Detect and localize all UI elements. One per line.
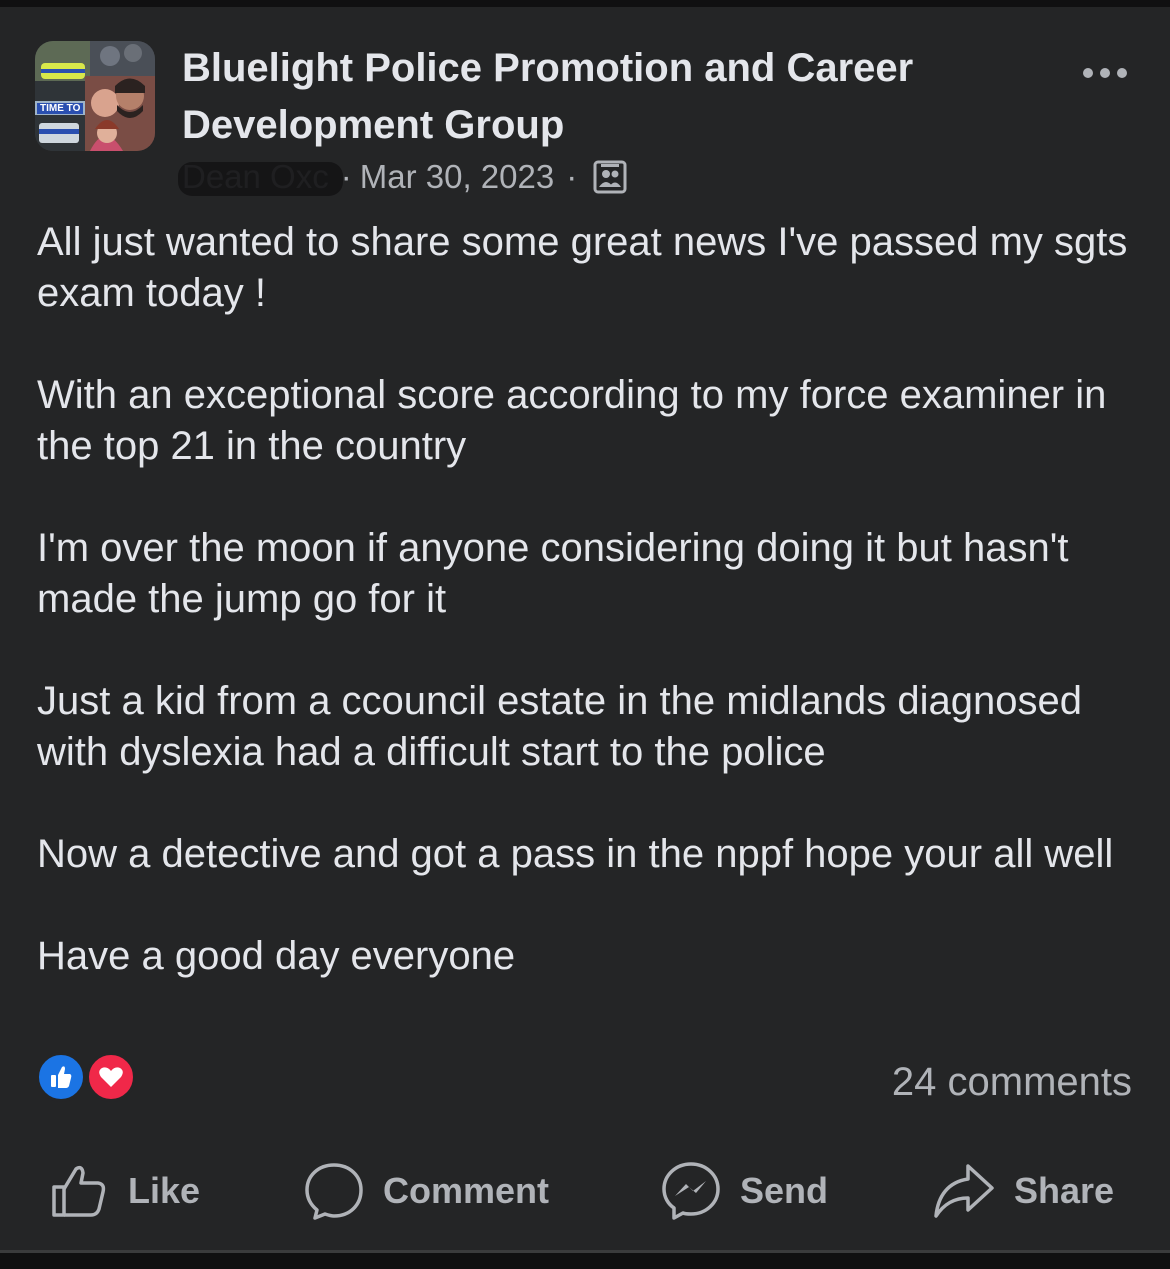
- avatar-collage: [35, 41, 155, 151]
- like-label: Like: [128, 1170, 201, 1211]
- comment-label: Comment: [383, 1170, 550, 1211]
- send-button[interactable]: Send: [660, 1155, 828, 1227]
- share-arrow-icon: [934, 1164, 994, 1218]
- post-date[interactable]: Mar 30, 2023: [360, 158, 554, 196]
- group-privacy-icon: [593, 160, 627, 194]
- reactions-summary[interactable]: [36, 1052, 136, 1102]
- thumbs-up-icon: [52, 1165, 106, 1217]
- comment-button[interactable]: Comment: [303, 1155, 549, 1227]
- avatar-overlay-text: TIME TO: [37, 103, 84, 114]
- like-reaction-icon: [36, 1052, 86, 1102]
- post-body: All just wanted to share some great news…: [37, 217, 1137, 1033]
- messenger-icon: [662, 1162, 720, 1220]
- bottom-divider-line: [0, 1250, 1170, 1253]
- post-meta: Dean Oxc · Mar 30, 2023 ·: [178, 155, 627, 199]
- send-label: Send: [740, 1170, 829, 1211]
- comments-count[interactable]: 24 comments: [892, 1060, 1132, 1105]
- more-options-icon[interactable]: [1078, 62, 1132, 84]
- top-divider: [0, 0, 1170, 7]
- group-name[interactable]: Bluelight Police Promotion and Career De…: [182, 40, 1002, 154]
- post-paragraph: Now a detective and got a pass in the np…: [37, 832, 1114, 876]
- post-paragraph: Have a good day everyone: [37, 934, 516, 978]
- meta-separator-2: ·: [566, 158, 578, 195]
- author-name[interactable]: Dean Oxc: [178, 158, 343, 196]
- love-reaction-icon: [86, 1052, 136, 1102]
- post-paragraph: All just wanted to share some great news…: [37, 220, 1128, 315]
- group-avatar[interactable]: TIME TO: [35, 41, 155, 151]
- share-label: Share: [1014, 1170, 1115, 1211]
- post-paragraph: I'm over the moon if anyone considering …: [37, 526, 1069, 621]
- post-actions-bar: Like Comment Send Share: [0, 1155, 1170, 1227]
- post-paragraph: Just a kid from a ccouncil estate in the…: [37, 679, 1083, 774]
- post-paragraph: With an exceptional score according to m…: [37, 373, 1107, 468]
- share-button[interactable]: Share: [932, 1155, 1114, 1227]
- like-button[interactable]: Like: [50, 1155, 200, 1227]
- comment-bubble-icon: [305, 1163, 363, 1220]
